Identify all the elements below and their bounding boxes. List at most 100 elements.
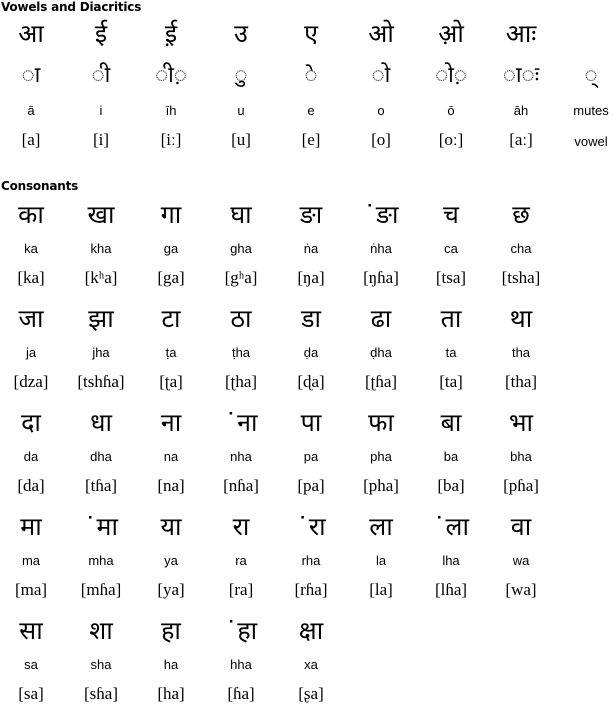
consonant-transliteration: da — [23, 449, 39, 464]
consonant-ipa: [ŋɦa] — [363, 268, 399, 287]
consonant-transliteration: ha — [163, 657, 179, 672]
consonant-ipa: [ɖa] — [297, 372, 325, 391]
vowel-transliteration: āh — [513, 103, 529, 118]
consonant-ipa: [ga] — [157, 268, 185, 287]
consonant-ipa: [mɦa] — [80, 580, 122, 599]
consonant-transliteration: ma — [21, 553, 41, 568]
consonant-letter: धा — [90, 408, 112, 437]
vowel-ipa: [iː] — [160, 130, 182, 149]
consonant-letter: मा — [20, 512, 42, 541]
consonant-letter: ˙ङा — [363, 200, 399, 229]
consonant-transliteration: ra — [235, 553, 247, 568]
vowel-letter: ओ़ — [438, 19, 464, 48]
consonant-ipa: [ra] — [228, 580, 254, 599]
consonant-ipa: [pha] — [363, 476, 399, 495]
consonant-ipa: [ʈa] — [159, 372, 183, 391]
consonant-letter: का — [18, 200, 44, 229]
consonant-ipa: [lɦa] — [434, 580, 468, 599]
consonant-transliteration: rha — [301, 553, 321, 568]
vowel-transliteration: u — [237, 103, 245, 118]
vowel-diacritic: ◌ो◌़ — [435, 63, 467, 88]
consonant-ipa: [kʰa] — [84, 268, 118, 287]
consonant-transliteration: ḍa — [303, 345, 319, 360]
consonant-transliteration: ka — [24, 241, 38, 256]
consonant-transliteration: gha — [230, 241, 252, 256]
vowel-letter: ओ — [368, 19, 394, 48]
consonant-ipa: [pa] — [297, 476, 325, 495]
vowel-diacritic: ◌ु — [234, 63, 248, 88]
consonant-transliteration: sa — [24, 657, 38, 672]
vowel-ipa: [a] — [21, 130, 41, 149]
consonant-transliteration: mha — [88, 553, 114, 568]
consonant-transliteration: sha — [90, 657, 112, 672]
consonant-ipa: [sɦa] — [84, 684, 118, 703]
consonant-transliteration: pa — [303, 449, 319, 464]
vowel-transliteration: e — [307, 103, 315, 118]
consonant-transliteration: ṅa — [303, 241, 319, 256]
consonant-ipa: [la] — [369, 580, 393, 599]
vowel-transliteration: ā — [27, 103, 35, 118]
consonant-letter: हा — [161, 616, 181, 645]
vowel-diacritic: ◌ो — [371, 63, 391, 88]
consonant-transliteration: lha — [442, 553, 460, 568]
consonant-ipa: [tha] — [504, 372, 538, 391]
consonant-ipa: [ma] — [14, 580, 48, 599]
consonant-transliteration: ta — [445, 345, 457, 360]
consonant-letter: सा — [19, 616, 43, 645]
vowel-transliteration: ō — [447, 103, 455, 118]
consonant-letter: ˙ना — [224, 408, 258, 437]
consonant-letter: झा — [88, 304, 114, 333]
consonant-transliteration: na — [163, 449, 179, 464]
consonant-ipa: [tsa] — [435, 268, 467, 287]
consonant-ipa: [ʈha] — [224, 372, 258, 391]
consonant-letter: ˙ला — [433, 512, 469, 541]
consonant-letter: ङा — [299, 200, 323, 229]
vowel-ipa: vowel — [574, 134, 608, 149]
consonant-letter: ता — [440, 304, 462, 333]
vowel-letter: आ — [18, 19, 44, 48]
consonant-letter: ठा — [230, 304, 252, 333]
consonant-letter: था — [509, 304, 533, 333]
consonants-section-title: Consonants — [1, 179, 79, 193]
vowel-diacritic: ◌् — [584, 63, 598, 88]
consonant-letter: रा — [232, 512, 250, 541]
consonant-transliteration: ṅha — [370, 241, 392, 256]
consonant-transliteration: xa — [304, 657, 318, 672]
consonant-letter: डा — [301, 304, 321, 333]
vowel-diacritic: ◌ी — [91, 63, 111, 88]
consonant-transliteration: nha — [230, 449, 252, 464]
consonant-transliteration: wa — [512, 553, 530, 568]
consonant-ipa: [sa] — [18, 684, 44, 703]
consonant-ipa: [ʂa] — [298, 684, 324, 703]
consonant-transliteration: bha — [510, 449, 532, 464]
consonant-ipa: [ka] — [17, 268, 45, 287]
consonant-ipa: [ʈɦa] — [364, 372, 398, 391]
consonant-transliteration: pha — [370, 449, 392, 464]
vowel-transliteration: i — [99, 103, 103, 118]
vowel-diacritic: ◌े — [304, 63, 318, 88]
consonant-ipa: [gʰa] — [224, 268, 258, 287]
consonant-letter: ना — [160, 408, 182, 437]
consonant-letter: पा — [300, 408, 322, 437]
consonant-letter: ˙मा — [84, 512, 118, 541]
consonant-letter: जा — [18, 304, 44, 333]
vowel-letter: ई — [94, 19, 108, 48]
consonant-ipa: [nɦa] — [223, 476, 259, 495]
consonant-letter: ˙हा — [224, 616, 258, 645]
consonant-ipa: [dza] — [13, 372, 49, 391]
consonant-transliteration: ca — [444, 241, 458, 256]
consonant-letter: ढा — [370, 304, 392, 333]
consonant-letter: या — [160, 512, 182, 541]
consonant-letter: खा — [87, 200, 115, 229]
vowel-letter: आः — [505, 19, 537, 48]
consonant-transliteration: ja — [25, 345, 37, 360]
consonant-ipa: [ŋa] — [297, 268, 325, 287]
vowel-ipa: [u] — [231, 130, 251, 149]
consonant-letter: दा — [21, 408, 41, 437]
vowel-letter: ई़ — [164, 19, 178, 48]
consonant-transliteration: dha — [90, 449, 112, 464]
consonant-ipa: [na] — [157, 476, 185, 495]
consonant-ipa: [ha] — [157, 684, 185, 703]
consonant-letter: टा — [161, 304, 181, 333]
vowel-diacritic: ◌ी◌़ — [155, 63, 187, 88]
